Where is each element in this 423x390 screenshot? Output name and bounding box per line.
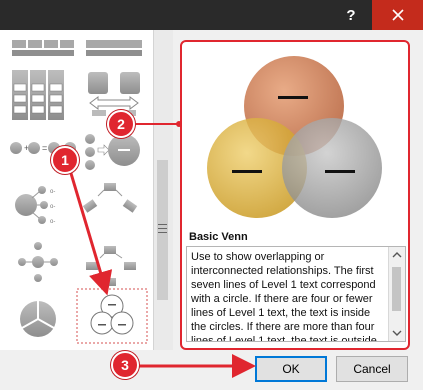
ok-button[interactable]: OK (255, 356, 327, 382)
description-scrollbar[interactable] (388, 247, 405, 341)
svg-text:=: = (42, 143, 47, 153)
layout-thumb-closed-chevron[interactable] (86, 246, 136, 286)
layout-thumb-radial-plus[interactable] (18, 242, 58, 282)
help-button[interactable]: ? (330, 0, 372, 30)
scroll-grip-icon (158, 224, 167, 234)
layout-thumb-horizontal-list[interactable] (12, 40, 74, 56)
close-icon (391, 9, 404, 21)
layout-thumb-cycle-boxes[interactable] (82, 183, 138, 213)
layout-thumb-stacked-list[interactable] (86, 40, 142, 56)
layout-thumb-segmented-pie[interactable] (20, 301, 56, 337)
chevron-down-icon[interactable] (390, 327, 404, 339)
title-bar: ? (0, 0, 423, 30)
layout-thumb-radial-cluster[interactable]: o-o-o- (15, 186, 55, 225)
layout-title: Basic Venn (189, 231, 248, 243)
help-icon: ? (346, 6, 356, 24)
svg-text:o-: o- (50, 219, 55, 225)
layout-thumb-converging-process[interactable] (85, 134, 140, 170)
layout-thumb-basic-venn[interactable] (76, 288, 148, 344)
close-button[interactable] (372, 0, 423, 30)
callout-2: 2 (107, 110, 135, 138)
layout-thumb-vertical-box-list[interactable] (12, 70, 64, 120)
cancel-button[interactable]: Cancel (336, 356, 408, 382)
description-scroll-thumb[interactable] (392, 267, 401, 311)
chevron-up-icon[interactable] (390, 249, 404, 261)
venn-circle-right (282, 118, 382, 218)
layout-gallery: + = o-o-o- (0, 30, 173, 350)
venn-preview-image (207, 56, 382, 218)
svg-text:o-: o- (50, 189, 55, 195)
smartart-dialog: ? + = o- o- o- Basic Venn Use to show ov… (0, 0, 423, 390)
callout-1: 1 (51, 146, 79, 174)
svg-text:o-: o- (50, 204, 55, 210)
layout-description-box: Use to show overlapping or interconnecte… (186, 246, 406, 342)
callout-3: 3 (111, 351, 139, 379)
layout-description: Use to show overlapping or interconnecte… (191, 251, 377, 342)
